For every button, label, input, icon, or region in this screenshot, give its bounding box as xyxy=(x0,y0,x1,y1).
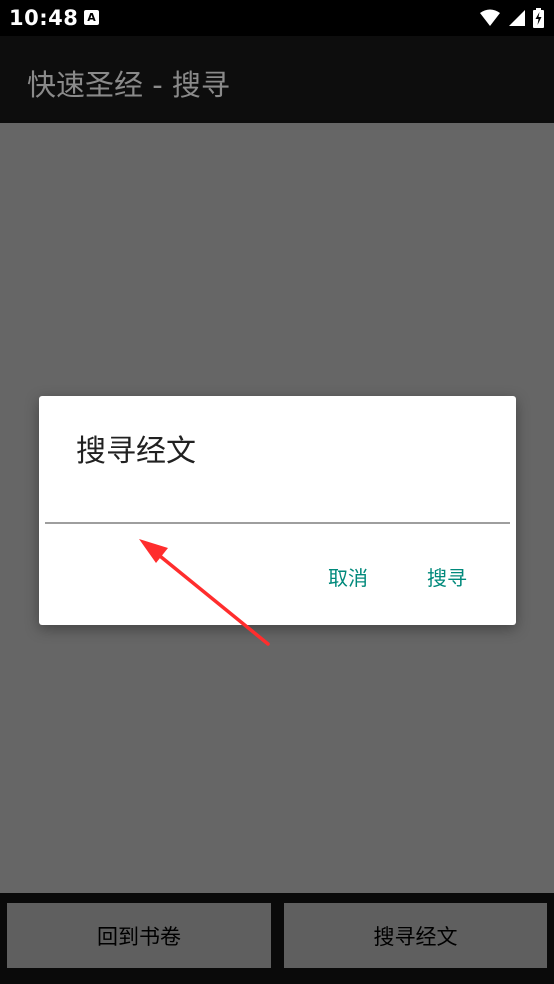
app-title: 快速圣经 - 搜寻 xyxy=(27,68,230,102)
search-scripture-button[interactable]: 搜寻经文 xyxy=(284,903,547,968)
status-icons xyxy=(479,8,544,28)
notification-icon: A xyxy=(84,10,99,25)
battery-charging-icon xyxy=(533,8,544,28)
search-dialog: 搜寻经文 取消 搜寻 xyxy=(39,396,516,625)
notification-glyph: A xyxy=(87,11,96,24)
cell-signal-icon xyxy=(509,10,525,26)
status-time: 10:48 xyxy=(9,6,79,30)
wifi-icon xyxy=(480,9,500,26)
status-bar: 10:48 A xyxy=(0,0,554,36)
app-bar: 快速圣经 - 搜寻 xyxy=(0,36,554,123)
search-button[interactable]: 搜寻 xyxy=(427,562,467,591)
bottom-bar: 回到书卷 搜寻经文 xyxy=(0,893,554,984)
dialog-title: 搜寻经文 xyxy=(76,434,196,469)
cancel-button[interactable]: 取消 xyxy=(328,562,368,591)
search-input[interactable] xyxy=(45,484,510,524)
screen: 10:48 A 快速圣经 - 搜寻 回到书卷 搜寻经文 搜寻经文 取消 搜寻 xyxy=(0,0,554,984)
back-to-books-button[interactable]: 回到书卷 xyxy=(7,903,271,968)
